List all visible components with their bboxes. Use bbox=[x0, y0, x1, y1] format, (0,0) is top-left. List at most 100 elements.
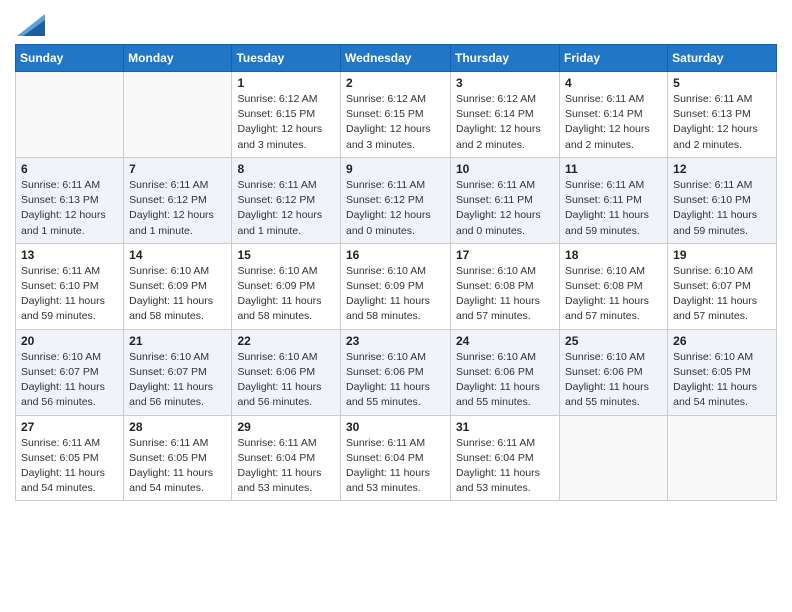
day-number: 23 bbox=[346, 334, 445, 348]
day-number: 2 bbox=[346, 76, 445, 90]
day-info: Sunrise: 6:11 AM Sunset: 6:11 PM Dayligh… bbox=[456, 178, 554, 239]
day-number: 20 bbox=[21, 334, 118, 348]
day-info: Sunrise: 6:10 AM Sunset: 6:08 PM Dayligh… bbox=[565, 264, 662, 325]
day-info: Sunrise: 6:11 AM Sunset: 6:13 PM Dayligh… bbox=[673, 92, 771, 153]
day-info: Sunrise: 6:10 AM Sunset: 6:07 PM Dayligh… bbox=[21, 350, 118, 411]
calendar-cell: 2 Sunrise: 6:12 AM Sunset: 6:15 PM Daylig… bbox=[341, 72, 451, 158]
day-number: 24 bbox=[456, 334, 554, 348]
day-number: 16 bbox=[346, 248, 445, 262]
day-info: Sunrise: 6:11 AM Sunset: 6:05 PM Dayligh… bbox=[129, 436, 226, 497]
day-info: Sunrise: 6:10 AM Sunset: 6:06 PM Dayligh… bbox=[456, 350, 554, 411]
calendar-week-row: 13 Sunrise: 6:11 AM Sunset: 6:10 PM Dayli… bbox=[16, 243, 777, 329]
calendar-cell: 18Sunrise: 6:10 AM Sunset: 6:08 PM Dayli… bbox=[560, 243, 668, 329]
day-number: 11 bbox=[565, 162, 662, 176]
calendar-cell bbox=[16, 72, 124, 158]
calendar-cell: 21 Sunrise: 6:10 AM Sunset: 6:07 PM Dayli… bbox=[124, 329, 232, 415]
calendar-cell: 1 Sunrise: 6:12 AM Sunset: 6:15 PM Daylig… bbox=[232, 72, 341, 158]
day-number: 21 bbox=[129, 334, 226, 348]
calendar-cell: 29 Sunrise: 6:11 AM Sunset: 6:04 PM Dayli… bbox=[232, 415, 341, 501]
day-info: Sunrise: 6:11 AM Sunset: 6:04 PM Dayligh… bbox=[346, 436, 445, 497]
col-wednesday: Wednesday bbox=[341, 45, 451, 72]
calendar-cell bbox=[668, 415, 777, 501]
day-info: Sunrise: 6:10 AM Sunset: 6:06 PM Dayligh… bbox=[346, 350, 445, 411]
calendar-cell: 17 Sunrise: 6:10 AM Sunset: 6:08 PM Dayli… bbox=[451, 243, 560, 329]
day-info: Sunrise: 6:11 AM Sunset: 6:05 PM Dayligh… bbox=[21, 436, 118, 497]
col-friday: Friday bbox=[560, 45, 668, 72]
day-number: 7 bbox=[129, 162, 226, 176]
day-number: 8 bbox=[237, 162, 335, 176]
calendar-cell: 28 Sunrise: 6:11 AM Sunset: 6:05 PM Dayli… bbox=[124, 415, 232, 501]
calendar-cell bbox=[124, 72, 232, 158]
calendar-cell: 15 Sunrise: 6:10 AM Sunset: 6:09 PM Dayli… bbox=[232, 243, 341, 329]
calendar-cell: 20 Sunrise: 6:10 AM Sunset: 6:07 PM Dayli… bbox=[16, 329, 124, 415]
calendar-cell: 23 Sunrise: 6:10 AM Sunset: 6:06 PM Dayli… bbox=[341, 329, 451, 415]
day-number: 15 bbox=[237, 248, 335, 262]
day-info: Sunrise: 6:10 AM Sunset: 6:05 PM Dayligh… bbox=[673, 350, 771, 411]
day-info: Sunrise: 6:11 AM Sunset: 6:04 PM Dayligh… bbox=[237, 436, 335, 497]
calendar-cell: 24 Sunrise: 6:10 AM Sunset: 6:06 PM Dayli… bbox=[451, 329, 560, 415]
calendar-header-row: Sunday Monday Tuesday Wednesday Thursday… bbox=[16, 45, 777, 72]
day-info: Sunrise: 6:12 AM Sunset: 6:14 PM Dayligh… bbox=[456, 92, 554, 153]
page-header bbox=[15, 10, 777, 36]
day-info: Sunrise: 6:11 AM Sunset: 6:12 PM Dayligh… bbox=[237, 178, 335, 239]
calendar-cell: 13 Sunrise: 6:11 AM Sunset: 6:10 PM Dayli… bbox=[16, 243, 124, 329]
logo bbox=[15, 14, 45, 36]
calendar-cell: 11 Sunrise: 6:11 AM Sunset: 6:11 PM Dayli… bbox=[560, 157, 668, 243]
day-number: 10 bbox=[456, 162, 554, 176]
day-info: Sunrise: 6:11 AM Sunset: 6:12 PM Dayligh… bbox=[346, 178, 445, 239]
calendar-cell: 4 Sunrise: 6:11 AM Sunset: 6:14 PM Daylig… bbox=[560, 72, 668, 158]
calendar-cell: 25 Sunrise: 6:10 AM Sunset: 6:06 PM Dayli… bbox=[560, 329, 668, 415]
calendar-table: Sunday Monday Tuesday Wednesday Thursday… bbox=[15, 44, 777, 501]
calendar-cell: 31Sunrise: 6:11 AM Sunset: 6:04 PM Dayli… bbox=[451, 415, 560, 501]
calendar-cell: 9 Sunrise: 6:11 AM Sunset: 6:12 PM Daylig… bbox=[341, 157, 451, 243]
day-number: 19 bbox=[673, 248, 771, 262]
calendar-cell: 10 Sunrise: 6:11 AM Sunset: 6:11 PM Dayli… bbox=[451, 157, 560, 243]
calendar-cell: 19 Sunrise: 6:10 AM Sunset: 6:07 PM Dayli… bbox=[668, 243, 777, 329]
day-info: Sunrise: 6:11 AM Sunset: 6:14 PM Dayligh… bbox=[565, 92, 662, 153]
day-info: Sunrise: 6:10 AM Sunset: 6:09 PM Dayligh… bbox=[237, 264, 335, 325]
day-info: Sunrise: 6:11 AM Sunset: 6:10 PM Dayligh… bbox=[673, 178, 771, 239]
calendar-cell: 27 Sunrise: 6:11 AM Sunset: 6:05 PM Dayli… bbox=[16, 415, 124, 501]
calendar-cell: 5Sunrise: 6:11 AM Sunset: 6:13 PM Daylig… bbox=[668, 72, 777, 158]
day-number: 22 bbox=[237, 334, 335, 348]
day-number: 26 bbox=[673, 334, 771, 348]
day-info: Sunrise: 6:10 AM Sunset: 6:08 PM Dayligh… bbox=[456, 264, 554, 325]
calendar-cell: 26 Sunrise: 6:10 AM Sunset: 6:05 PM Dayli… bbox=[668, 329, 777, 415]
day-info: Sunrise: 6:11 AM Sunset: 6:11 PM Dayligh… bbox=[565, 178, 662, 239]
calendar-cell: 12Sunrise: 6:11 AM Sunset: 6:10 PM Dayli… bbox=[668, 157, 777, 243]
day-number: 14 bbox=[129, 248, 226, 262]
day-info: Sunrise: 6:12 AM Sunset: 6:15 PM Dayligh… bbox=[237, 92, 335, 153]
calendar-cell: 3 Sunrise: 6:12 AM Sunset: 6:14 PM Daylig… bbox=[451, 72, 560, 158]
day-number: 27 bbox=[21, 420, 118, 434]
day-number: 28 bbox=[129, 420, 226, 434]
calendar-week-row: 1 Sunrise: 6:12 AM Sunset: 6:15 PM Daylig… bbox=[16, 72, 777, 158]
logo-icon bbox=[17, 14, 45, 36]
day-info: Sunrise: 6:10 AM Sunset: 6:07 PM Dayligh… bbox=[673, 264, 771, 325]
day-info: Sunrise: 6:11 AM Sunset: 6:12 PM Dayligh… bbox=[129, 178, 226, 239]
calendar-cell: 6Sunrise: 6:11 AM Sunset: 6:13 PM Daylig… bbox=[16, 157, 124, 243]
day-info: Sunrise: 6:10 AM Sunset: 6:09 PM Dayligh… bbox=[346, 264, 445, 325]
day-info: Sunrise: 6:10 AM Sunset: 6:09 PM Dayligh… bbox=[129, 264, 226, 325]
day-number: 4 bbox=[565, 76, 662, 90]
calendar-cell: 16 Sunrise: 6:10 AM Sunset: 6:09 PM Dayli… bbox=[341, 243, 451, 329]
day-info: Sunrise: 6:10 AM Sunset: 6:06 PM Dayligh… bbox=[237, 350, 335, 411]
col-sunday: Sunday bbox=[16, 45, 124, 72]
col-thursday: Thursday bbox=[451, 45, 560, 72]
day-info: Sunrise: 6:12 AM Sunset: 6:15 PM Dayligh… bbox=[346, 92, 445, 153]
day-info: Sunrise: 6:11 AM Sunset: 6:10 PM Dayligh… bbox=[21, 264, 118, 325]
calendar-cell bbox=[560, 415, 668, 501]
col-saturday: Saturday bbox=[668, 45, 777, 72]
day-number: 31 bbox=[456, 420, 554, 434]
day-number: 1 bbox=[237, 76, 335, 90]
day-number: 3 bbox=[456, 76, 554, 90]
calendar-cell: 30Sunrise: 6:11 AM Sunset: 6:04 PM Dayli… bbox=[341, 415, 451, 501]
day-number: 9 bbox=[346, 162, 445, 176]
day-number: 25 bbox=[565, 334, 662, 348]
col-tuesday: Tuesday bbox=[232, 45, 341, 72]
day-info: Sunrise: 6:10 AM Sunset: 6:06 PM Dayligh… bbox=[565, 350, 662, 411]
day-info: Sunrise: 6:10 AM Sunset: 6:07 PM Dayligh… bbox=[129, 350, 226, 411]
calendar-cell: 14 Sunrise: 6:10 AM Sunset: 6:09 PM Dayli… bbox=[124, 243, 232, 329]
day-number: 17 bbox=[456, 248, 554, 262]
day-number: 13 bbox=[21, 248, 118, 262]
day-number: 29 bbox=[237, 420, 335, 434]
